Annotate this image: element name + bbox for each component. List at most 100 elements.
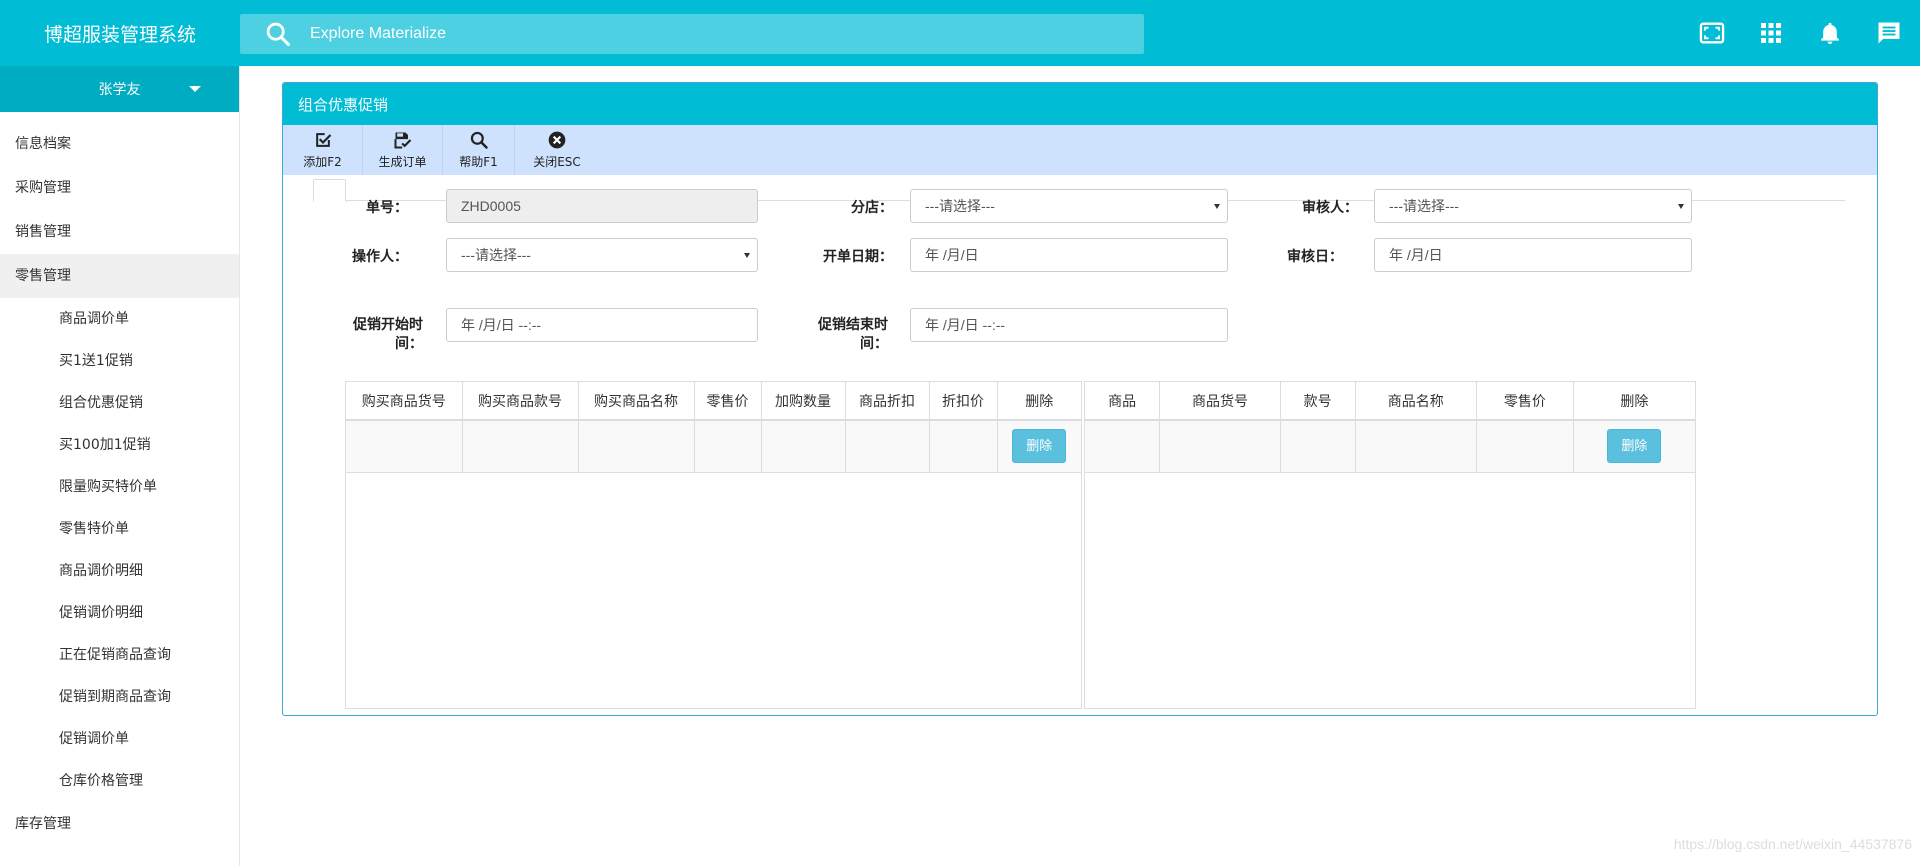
search-input[interactable] — [310, 25, 1010, 43]
promo-end-input[interactable]: 年 /月/日 --:-- — [910, 308, 1228, 342]
generate-order-button[interactable]: 生成订单 — [363, 125, 443, 175]
table-cell[interactable] — [1159, 420, 1281, 473]
table-cell[interactable] — [845, 420, 930, 473]
column-header: 删除 — [997, 382, 1081, 421]
table-row: 删除 — [346, 420, 1081, 473]
submenu-item[interactable]: 促销调价明细 — [0, 592, 239, 634]
table-header-row: 商品 商品货号 款号 商品名称 零售价 删除 — [1085, 382, 1695, 421]
table-cell[interactable] — [578, 420, 695, 473]
delete-button[interactable]: 删除 — [1012, 429, 1067, 464]
app-title: 博超服装管理系统 — [43, 23, 196, 46]
sidebar: 张学友 信息档案 采购管理 销售管理 零售管理 商品调价单 买1送1促销 组合优… — [0, 66, 240, 866]
sidebar-item-info-archive[interactable]: 信息档案 — [0, 122, 239, 166]
sidebar-item-sales[interactable]: 销售管理 — [0, 210, 239, 254]
table-cell[interactable] — [761, 420, 846, 473]
close-button[interactable]: 关闭ESC — [515, 125, 599, 175]
retail-submenu: 商品调价单 买1送1促销 组合优惠促销 买100加1促销 限量购买特价单 零售特… — [0, 298, 239, 802]
submenu-item[interactable]: 商品调价单 — [0, 298, 239, 340]
open-date-label: 开单日期： — [823, 249, 893, 265]
branch-label: 分店： — [851, 200, 893, 216]
promo-end-label: 促销结束时间： — [818, 317, 888, 352]
column-header: 购买商品名称 — [578, 382, 695, 421]
submenu-item[interactable]: 正在促销商品查询 — [0, 634, 239, 676]
sidebar-nav: 信息档案 采购管理 销售管理 零售管理 — [0, 122, 239, 298]
submenu-item[interactable]: 买1送1促销 — [0, 340, 239, 382]
close-button-label: 关闭ESC — [533, 155, 581, 169]
column-header: 商品折扣 — [845, 382, 930, 421]
close-circle-icon — [548, 131, 566, 149]
table-cell[interactable] — [694, 420, 762, 473]
column-header: 商品名称 — [1355, 382, 1478, 421]
sidebar-item-retail[interactable]: 零售管理 — [0, 254, 239, 298]
operator-label: 操作人： — [352, 249, 408, 265]
review-date-label: 审核日： — [1287, 249, 1343, 265]
submenu-item[interactable]: 限量购买特价单 — [0, 466, 239, 508]
user-name: 张学友 — [98, 82, 141, 98]
search-icon[interactable] — [264, 20, 292, 48]
column-header: 商品 — [1085, 382, 1161, 421]
table-cell[interactable] — [462, 420, 579, 473]
panel-title: 组合优惠促销 — [283, 83, 1877, 125]
sidebar-nav-after: 库存管理 — [0, 802, 239, 846]
sidebar-item-inventory[interactable]: 库存管理 — [0, 802, 239, 846]
generate-order-label: 生成订单 — [378, 155, 427, 169]
table-header-row: 购买商品货号 购买商品款号 购买商品名称 零售价 加购数量 商品折扣 折扣价 删… — [346, 382, 1081, 421]
add-button[interactable]: 添加F2 — [283, 125, 363, 175]
promotion-panel: 组合优惠促销 添加F2 生成订单 帮助F1 关闭ESC 单号： ZHD0005 … — [282, 82, 1878, 716]
gift-items-table: 商品 商品货号 款号 商品名称 零售价 删除 删除 — [1084, 381, 1696, 709]
check-square-icon — [315, 133, 331, 147]
table-cell: 删除 — [1573, 420, 1695, 473]
table-cell[interactable] — [1085, 420, 1161, 473]
chat-message-icon[interactable] — [1874, 18, 1904, 48]
order-no-label: 单号： — [366, 200, 408, 216]
delete-button[interactable]: 删除 — [1607, 429, 1662, 464]
watermark: https://blog.csdn.net/weixin_44537876 — [1673, 836, 1912, 852]
help-button[interactable]: 帮助F1 — [443, 125, 515, 175]
operator-select[interactable]: ---请选择--- — [446, 238, 758, 272]
column-header: 购买商品货号 — [346, 382, 463, 421]
table-cell[interactable] — [1280, 420, 1356, 473]
sidebar-item-purchase[interactable]: 采购管理 — [0, 166, 239, 210]
reviewer-label: 审核人： — [1302, 200, 1358, 216]
user-dropdown[interactable]: 张学友 — [0, 66, 239, 112]
table-cell: 删除 — [997, 420, 1081, 473]
submenu-item[interactable]: 买100加1促销 — [0, 424, 239, 466]
toolbar: 添加F2 生成订单 帮助F1 关闭ESC — [283, 125, 1877, 175]
promo-start-input[interactable]: 年 /月/日 --:-- — [446, 308, 758, 342]
branch-select[interactable]: ---请选择--- — [910, 189, 1228, 223]
promo-start-label: 促销开始时间： — [353, 317, 423, 352]
help-button-label: 帮助F1 — [459, 155, 498, 169]
top-bar: 博超服装管理系统 — [0, 0, 1920, 66]
table-row: 删除 — [1085, 420, 1695, 473]
table-cell[interactable] — [1355, 420, 1478, 473]
submenu-item[interactable]: 促销到期商品查询 — [0, 676, 239, 718]
review-date-input[interactable]: 年 /月/日 — [1374, 238, 1692, 272]
table-cell[interactable] — [346, 420, 463, 473]
column-header: 删除 — [1573, 382, 1695, 421]
column-header: 商品货号 — [1159, 382, 1281, 421]
order-no-field[interactable]: ZHD0005 — [446, 189, 758, 223]
column-header: 折扣价 — [929, 382, 998, 421]
submenu-item[interactable]: 组合优惠促销 — [0, 382, 239, 424]
table-cell[interactable] — [1476, 420, 1574, 473]
column-header: 购买商品款号 — [462, 382, 579, 421]
search-bar[interactable] — [240, 14, 1144, 54]
open-date-input[interactable]: 年 /月/日 — [910, 238, 1228, 272]
purchase-items-table: 购买商品货号 购买商品款号 购买商品名称 零售价 加购数量 商品折扣 折扣价 删… — [345, 381, 1082, 709]
search-icon — [470, 131, 488, 149]
reviewer-select[interactable]: ---请选择--- — [1374, 189, 1692, 223]
submenu-item[interactable]: 零售特价单 — [0, 508, 239, 550]
fullscreen-icon[interactable] — [1697, 18, 1727, 48]
submenu-item[interactable]: 仓库价格管理 — [0, 760, 239, 802]
save-check-icon — [394, 132, 411, 149]
submenu-item[interactable]: 促销调价单 — [0, 718, 239, 760]
column-header: 零售价 — [694, 382, 762, 421]
notifications-bell-icon[interactable] — [1815, 18, 1845, 48]
add-button-label: 添加F2 — [303, 155, 342, 169]
submenu-item[interactable]: 商品调价明细 — [0, 550, 239, 592]
apps-grid-icon[interactable] — [1756, 18, 1786, 48]
tab-main[interactable] — [313, 179, 346, 202]
chevron-down-icon[interactable] — [189, 86, 201, 92]
table-cell[interactable] — [929, 420, 998, 473]
column-header: 零售价 — [1476, 382, 1574, 421]
